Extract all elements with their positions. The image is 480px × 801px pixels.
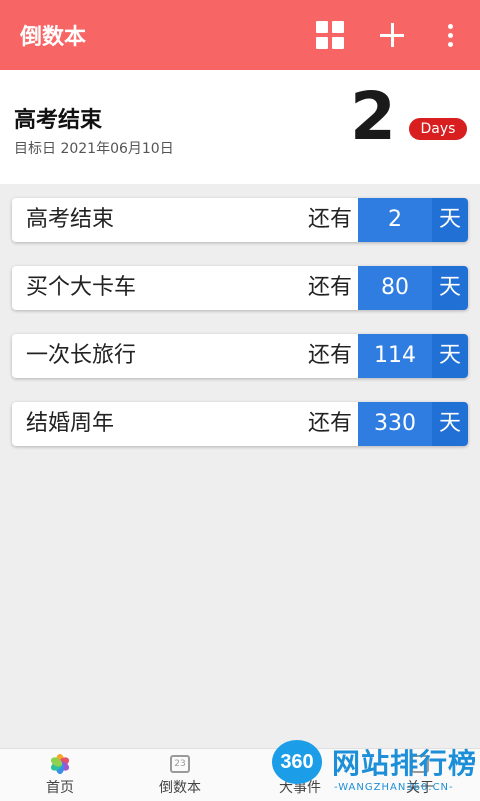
remaining-prefix: 还有 bbox=[308, 275, 353, 300]
featured-event-name: 高考结束 bbox=[14, 108, 103, 133]
tab-label: 首页 bbox=[46, 780, 74, 796]
featured-target-date: 目标日 2021年06月10日 bbox=[14, 141, 174, 157]
remaining-prefix: 还有 bbox=[308, 207, 353, 232]
grid-icon bbox=[316, 21, 344, 49]
days-count: 2 bbox=[358, 198, 432, 242]
watermark-url: -WANGZHAN360.CN- bbox=[334, 782, 454, 793]
days-unit: 天 bbox=[432, 266, 468, 310]
watermark-text: 网站排行榜 bbox=[332, 747, 478, 780]
add-button[interactable] bbox=[372, 15, 412, 55]
watermark: 360 网站排行榜 -WANGZHAN360.CN- bbox=[268, 738, 480, 800]
calendar-icon: 23 bbox=[168, 753, 192, 775]
countdown-item[interactable]: 买个大卡车 还有 80 天 bbox=[12, 266, 468, 310]
more-menu-button[interactable] bbox=[440, 15, 460, 55]
countdown-item[interactable]: 一次长旅行 还有 114 天 bbox=[12, 334, 468, 378]
flower-icon bbox=[48, 753, 72, 775]
tab-label: 倒数本 bbox=[159, 780, 201, 796]
featured-countdown-card[interactable]: 高考结束 目标日 2021年06月10日 2 Days bbox=[0, 70, 480, 184]
days-badge: Days bbox=[409, 118, 467, 140]
grid-view-button[interactable] bbox=[310, 15, 350, 55]
more-vert-icon bbox=[447, 23, 453, 47]
days-count: 80 bbox=[358, 266, 432, 310]
event-name: 买个大卡车 bbox=[26, 275, 137, 300]
app-bar: 倒数本 bbox=[0, 0, 480, 70]
days-unit: 天 bbox=[432, 198, 468, 242]
app-title: 倒数本 bbox=[20, 25, 87, 50]
event-name: 高考结束 bbox=[26, 207, 115, 232]
event-name: 一次长旅行 bbox=[26, 343, 137, 368]
tab-countdown[interactable]: 23 倒数本 bbox=[120, 749, 240, 801]
remaining-prefix: 还有 bbox=[308, 411, 353, 436]
featured-days-count: 2 bbox=[350, 78, 396, 155]
watermark-logo: 360 bbox=[272, 740, 322, 784]
tab-home[interactable]: 首页 bbox=[0, 749, 120, 801]
days-count: 114 bbox=[358, 334, 432, 378]
calendar-icon-number: 23 bbox=[170, 755, 190, 773]
plus-icon bbox=[380, 23, 404, 47]
days-unit: 天 bbox=[432, 402, 468, 446]
countdown-item[interactable]: 结婚周年 还有 330 天 bbox=[12, 402, 468, 446]
event-name: 结婚周年 bbox=[26, 411, 115, 436]
days-unit: 天 bbox=[432, 334, 468, 378]
countdown-item[interactable]: 高考结束 还有 2 天 bbox=[12, 198, 468, 242]
days-count: 330 bbox=[358, 402, 432, 446]
remaining-prefix: 还有 bbox=[308, 343, 353, 368]
countdown-list: 高考结束 还有 2 天 买个大卡车 还有 80 天 一次长旅行 还有 114 天… bbox=[12, 198, 468, 470]
